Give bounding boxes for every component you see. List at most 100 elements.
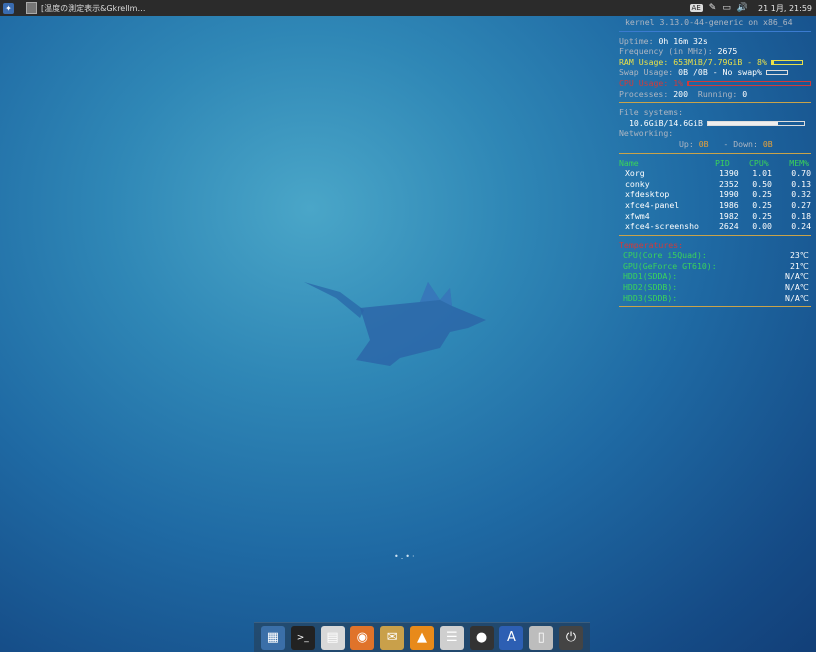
file-manager-icon[interactable]: ▤	[320, 625, 345, 650]
keyboard-layout-indicator[interactable]: AE	[689, 4, 703, 12]
process-name: xfce4-panel	[625, 199, 680, 210]
ram-label: RAM Usage:	[619, 56, 669, 67]
temperature-row: HDD1(SDDA): N/A℃	[619, 271, 811, 282]
process-pid: 2624	[718, 221, 739, 232]
process-row: xfwm4 1982 0.25 0.18	[619, 211, 811, 222]
logout-icon[interactable]: ⏻	[559, 625, 584, 650]
process-mem: 0.27	[791, 199, 811, 210]
temperature-label: HDD2(SDDB):	[623, 282, 678, 293]
temperature-label: HDD3(SDDB):	[623, 292, 678, 303]
networking-label: Networking:	[619, 128, 674, 139]
process-pid: 1982	[718, 210, 739, 221]
system-tray: AE ✎ ▭ 🔊 21 1月, 21:59	[689, 0, 812, 16]
window-icon	[26, 2, 37, 14]
net-up-label: Up:	[679, 138, 694, 149]
show-desktop-icon[interactable]: ▦	[260, 625, 285, 650]
xfce-mouse-wallpaper-logo	[304, 282, 486, 366]
uptime-value: 0h 16m 32s	[658, 35, 708, 46]
process-cpu: 0.50	[752, 178, 772, 189]
swap-label: Swap Usage:	[619, 67, 674, 78]
process-row: Xorg 1390 1.01 0.70	[619, 168, 811, 179]
media-player-icon[interactable]: ●	[469, 625, 494, 650]
col-cpu: CPU%	[749, 157, 769, 168]
net-down-label: - Down:	[723, 138, 758, 149]
file-systems-value: 10.6GiB/14.6GiB	[629, 117, 703, 128]
process-row: xfdesktop 1990 0.25 0.32	[619, 189, 811, 200]
temperature-row: CPU(Core i5Quad): 23℃	[619, 250, 811, 261]
process-cpu: 0.25	[752, 189, 772, 200]
process-name: xfwm4	[625, 210, 650, 221]
col-pid: PID	[715, 157, 730, 168]
temperatures-title: Temperatures:	[619, 239, 684, 250]
process-name: xfdesktop	[625, 189, 670, 200]
file-systems-bar	[706, 120, 805, 126]
screenshot-tool-icon[interactable]: ✎	[709, 3, 717, 13]
process-name: conky	[625, 178, 650, 189]
temperature-label: HDD1(SDDA):	[623, 271, 678, 282]
cpu-value: 1%	[673, 77, 684, 88]
trash-icon[interactable]: ▯	[529, 625, 554, 650]
ram-value: 653MiB/7.79GiB - 8%	[673, 56, 767, 67]
process-pid: 1990	[718, 189, 739, 200]
temperature-row: HDD3(SDDB): N/A℃	[619, 293, 811, 304]
temperature-label: GPU(GeForce GT610):	[623, 260, 717, 271]
temperature-value: N/A℃	[785, 292, 809, 303]
swap-note: - No swap%	[712, 67, 762, 78]
clock[interactable]: 21 1月, 21:59	[758, 3, 812, 14]
process-name: xfce4-screensho	[625, 221, 699, 232]
net-up-value: 0B	[698, 138, 709, 149]
process-table: Name PID CPU% MEM% Xorg 1390 1.01 0.70 conky…	[619, 158, 811, 232]
temperature-value: N/A℃	[785, 282, 809, 293]
terminal-icon[interactable]: >_	[290, 625, 315, 650]
taskbar-window-button[interactable]: [温度の測定表示&Gkrellm…	[22, 1, 149, 15]
process-row: xfce4-panel 1986 0.25 0.27	[619, 200, 811, 211]
applications-menu-icon[interactable]: ✦	[3, 2, 14, 14]
process-row: conky 2352 0.50 0.13	[619, 179, 811, 190]
font-viewer-icon[interactable]: A	[499, 625, 524, 650]
process-mem: 0.70	[791, 168, 811, 179]
net-down-value: 0B	[762, 138, 773, 149]
dock: ▦ >_ ▤ ◉ ✉ ▲ ☰ ● A ▯ ⏻	[254, 622, 590, 652]
process-mem: 0.13	[791, 178, 811, 189]
temperature-value: N/A℃	[785, 271, 809, 282]
uptime-label: Uptime:	[619, 35, 654, 46]
process-row: xfce4-screensho 2624 0.00 0.24	[619, 221, 811, 232]
vlc-icon[interactable]: ▲	[409, 625, 434, 650]
firefox-icon[interactable]: ◉	[350, 625, 375, 650]
process-mem: 0.24	[791, 221, 811, 232]
network-icon[interactable]: ▭	[722, 3, 731, 13]
conky-system-monitor: kernel 3.13.0-44-generic on x86_64 Uptim…	[619, 17, 812, 311]
swap-usage-bar	[765, 70, 788, 76]
running-value: 0	[742, 88, 748, 99]
processes-value: 200	[673, 88, 689, 99]
process-pid: 2352	[718, 178, 739, 189]
file-systems-label: File systems:	[619, 107, 684, 118]
cpu-usage-bar	[687, 80, 812, 86]
ram-usage-bar	[770, 59, 803, 65]
process-pid: 1986	[718, 199, 739, 210]
col-name: Name	[619, 157, 639, 168]
frequency-label: Frequency (in MHz):	[619, 46, 713, 57]
process-pid: 1390	[718, 168, 739, 179]
kernel-info: kernel 3.13.0-44-generic on x86_64	[625, 17, 793, 27]
volume-icon[interactable]: 🔊	[737, 3, 748, 13]
temperature-label: CPU(Core i5Quad):	[623, 250, 707, 261]
temperature-value: 21℃	[789, 260, 809, 271]
running-label: Running:	[697, 88, 738, 99]
mixer-icon[interactable]: ☰	[439, 625, 464, 650]
loading-spinner-icon: •.•·	[394, 552, 417, 561]
process-mem: 0.32	[791, 189, 811, 200]
frequency-value: 2675	[717, 46, 738, 57]
processes-label: Processes:	[619, 88, 669, 99]
process-name: Xorg	[625, 168, 645, 179]
process-mem: 0.18	[791, 210, 811, 221]
mail-icon[interactable]: ✉	[380, 625, 405, 650]
process-cpu: 0.25	[752, 210, 772, 221]
process-cpu: 1.01	[752, 168, 772, 179]
top-panel: ✦ [温度の測定表示&Gkrellm… AE ✎ ▭ 🔊 21 1月, 21:5…	[0, 0, 816, 16]
process-cpu: 0.25	[752, 199, 772, 210]
temperature-row: GPU(GeForce GT610): 21℃	[619, 261, 811, 272]
taskbar-window-title: [温度の測定表示&Gkrellm…	[41, 3, 146, 13]
process-table-header: Name PID CPU% MEM%	[619, 158, 811, 169]
cpu-label: CPU Usage:	[619, 77, 669, 88]
